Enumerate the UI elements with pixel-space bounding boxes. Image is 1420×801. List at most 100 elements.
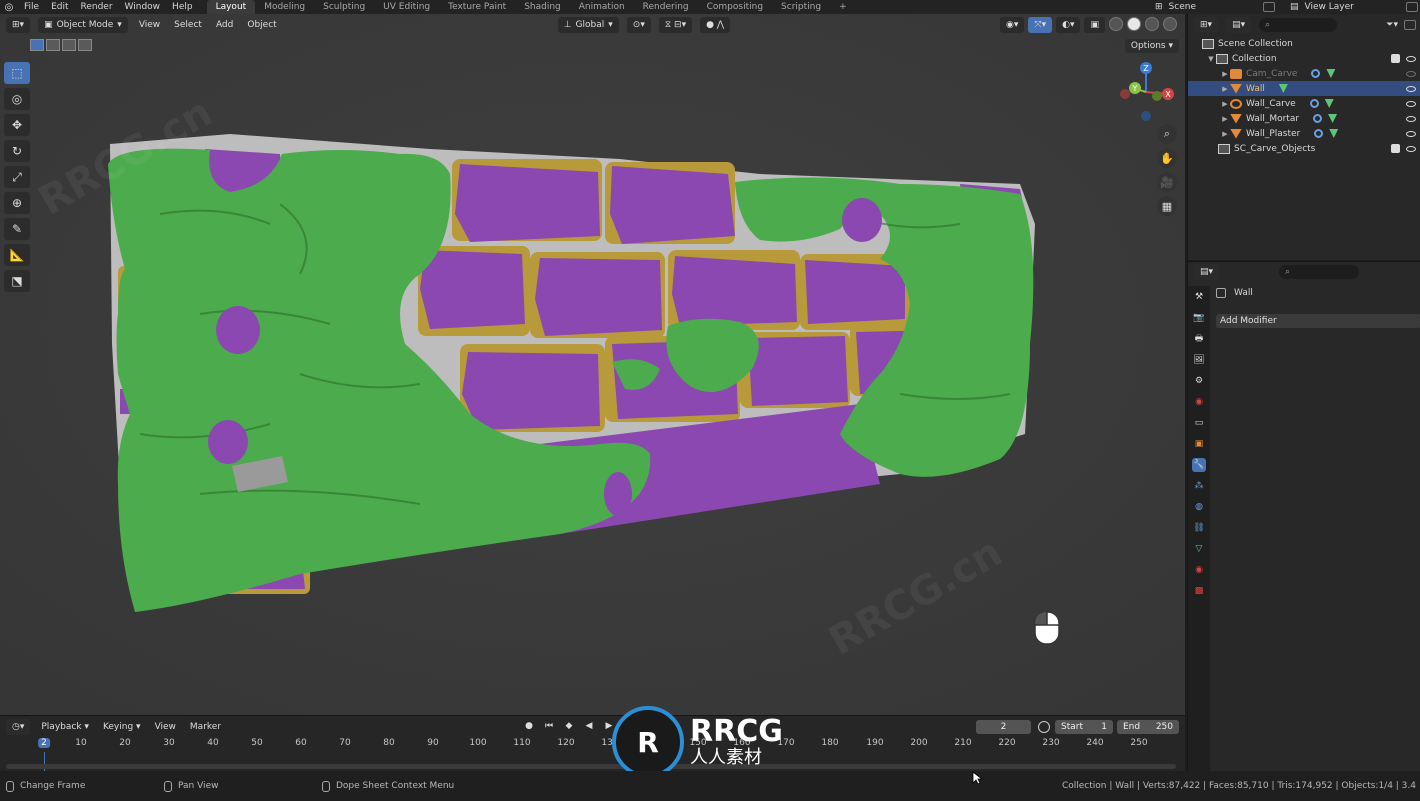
rotate-tool-icon[interactable]: ↻ [4,140,30,162]
overlays-icon[interactable]: ◐▾ [1056,17,1081,33]
output-properties-icon[interactable]: 🖶 [1192,332,1206,346]
solid-shading-icon[interactable] [1127,17,1141,31]
view-layer-properties-icon[interactable]: 🖼 [1192,353,1206,367]
outliner-search-input[interactable]: ⌕ [1259,18,1338,32]
options-dropdown[interactable]: Options ▾ [1124,39,1179,53]
timeline-ruler[interactable]: 2 10 20 30 40 50 60 70 80 90 100 110 120… [0,738,1185,754]
scale-tool-icon[interactable]: ⤢ [4,166,30,188]
transform-orientation-dropdown[interactable]: ⊥ Global ▾ [557,17,619,33]
menu-object[interactable]: Object [244,20,279,30]
select-invert-icon[interactable] [78,39,92,51]
select-subtract-icon[interactable] [62,39,76,51]
eye-icon[interactable] [1406,85,1416,92]
object-mode-dropdown[interactable]: ▣ Object Mode ▾ [38,17,128,33]
annotate-tool-icon[interactable]: ✎ [4,218,30,240]
eye-icon[interactable] [1406,100,1416,107]
render-properties-icon[interactable]: 📷 [1192,311,1206,325]
menu-select[interactable]: Select [171,20,205,30]
modifier-icon[interactable] [1311,69,1321,78]
modifier-icon[interactable] [1309,99,1319,108]
camera-data-icon[interactable] [1326,69,1336,78]
outliner-editor-type-icon[interactable]: ⊞▾ [1194,17,1219,33]
collection-properties-icon[interactable]: ▭ [1192,416,1206,430]
menu-file[interactable]: File [18,2,45,12]
timeline-scrollbar[interactable] [6,764,1176,769]
exclude-checkbox[interactable] [1391,54,1400,63]
tab-layout[interactable]: Layout [206,0,256,14]
view-layer-selector[interactable]: ▤ View Layer [1290,0,1418,14]
outliner-row-wall-mortar[interactable]: ▶ Wall_Mortar [1188,111,1420,126]
timeline-editor-type-icon[interactable]: ◷▾ [6,719,31,735]
editor-type-button[interactable]: ⊞▾ [6,17,31,33]
tab-uv-editing[interactable]: UV Editing [374,0,439,14]
mesh-data-icon[interactable] [1328,114,1338,123]
add-modifier-button[interactable]: Add Modifier [1216,314,1420,328]
eye-icon[interactable] [1406,145,1416,152]
menu-marker[interactable]: Marker [187,722,224,732]
tab-compositing[interactable]: Compositing [698,0,772,14]
expand-arrow-icon[interactable]: ▶ [1220,70,1230,78]
data-properties-icon[interactable]: ▽ [1192,542,1206,556]
menu-add[interactable]: Add [213,20,236,30]
tab-animation[interactable]: Animation [570,0,634,14]
select-new-icon[interactable] [30,39,44,51]
start-frame-field[interactable]: Start 1 [1055,720,1113,734]
modifier-properties-icon[interactable]: 🔧 [1192,458,1206,472]
outliner-row-collection[interactable]: ▼ Collection [1188,51,1420,66]
constraints-properties-icon[interactable]: ⛓ [1192,521,1206,535]
current-frame-field[interactable]: 2 [976,720,1031,734]
eye-hidden-icon[interactable] [1406,70,1416,77]
menu-window[interactable]: Window [119,2,167,12]
menu-render[interactable]: Render [75,2,119,12]
pivot-point-button[interactable]: ⊙▾ [626,17,651,33]
menu-keying[interactable]: Keying ▾ [100,722,144,732]
properties-editor-type-icon[interactable]: ▤▾ [1194,264,1220,280]
visibility-icon[interactable]: ◉▾ [1000,17,1025,33]
prev-keyframe-icon[interactable]: ◆ [562,719,576,733]
proportional-edit-button[interactable]: ● ⋀ [700,17,731,33]
world-properties-icon[interactable]: ◉ [1192,395,1206,409]
expand-arrow-icon[interactable]: ▼ [1206,55,1216,63]
record-icon[interactable]: ● [522,719,536,733]
material-properties-icon[interactable]: ◉ [1192,563,1206,577]
tool-settings-icon[interactable]: ⚒ [1192,290,1206,304]
scene-selector[interactable]: ⊞ Scene [1155,0,1275,14]
material-shading-icon[interactable] [1145,17,1159,31]
wireframe-shading-icon[interactable] [1109,17,1123,31]
expand-arrow-icon[interactable]: ▶ [1220,130,1230,138]
camera-view-icon[interactable]: 🎥 [1157,172,1177,192]
tab-scripting[interactable]: Scripting [772,0,830,14]
new-scene-icon[interactable] [1263,2,1275,12]
scene-properties-icon[interactable]: ⚙ [1192,374,1206,388]
pan-hand-icon[interactable]: ✋ [1157,148,1177,168]
outliner-row-cam-carve[interactable]: ▶ Cam_Carve [1188,66,1420,81]
outliner-row-wall-plaster[interactable]: ▶ Wall_Plaster [1188,126,1420,141]
navigation-gizmo[interactable]: Z X Y [1115,60,1177,122]
particles-properties-icon[interactable]: ⁂ [1192,479,1206,493]
menu-edit[interactable]: Edit [45,2,74,12]
object-properties-icon[interactable]: ▣ [1192,437,1206,451]
modifier-icon[interactable] [1313,114,1323,123]
blender-logo-icon[interactable]: ◎ [0,2,18,13]
menu-view[interactable]: View [136,20,163,30]
3d-viewport[interactable]: RRCG.cn RRCG.cn ⊞▾ ▣ Object Mode ▾ View … [0,14,1185,715]
expand-arrow-icon[interactable]: ▶ [1220,115,1230,123]
transform-tool-icon[interactable]: ⊕ [4,192,30,214]
tab-modeling[interactable]: Modeling [255,0,314,14]
eye-icon[interactable] [1406,130,1416,137]
perspective-grid-icon[interactable]: ▦ [1157,196,1177,216]
end-frame-field[interactable]: End 250 [1117,720,1179,734]
mesh-data-icon[interactable] [1329,129,1339,138]
tab-shading[interactable]: Shading [515,0,570,14]
jump-start-icon[interactable]: ⏮ [542,719,556,733]
select-extend-icon[interactable] [46,39,60,51]
outliner-row-sc-carve-objects[interactable]: SC_Carve_Objects [1188,141,1420,156]
menu-timeline-view[interactable]: View [152,722,179,732]
add-cube-tool-icon[interactable]: ⬔ [4,270,30,292]
menu-playback[interactable]: Playback ▾ [38,722,92,732]
zoom-icon[interactable]: ⌕ [1157,124,1177,144]
modifier-icon[interactable] [1314,129,1324,138]
rendered-shading-icon[interactable] [1163,17,1177,31]
xray-icon[interactable]: ▣ [1084,17,1105,33]
expand-arrow-icon[interactable]: ▶ [1220,100,1230,108]
